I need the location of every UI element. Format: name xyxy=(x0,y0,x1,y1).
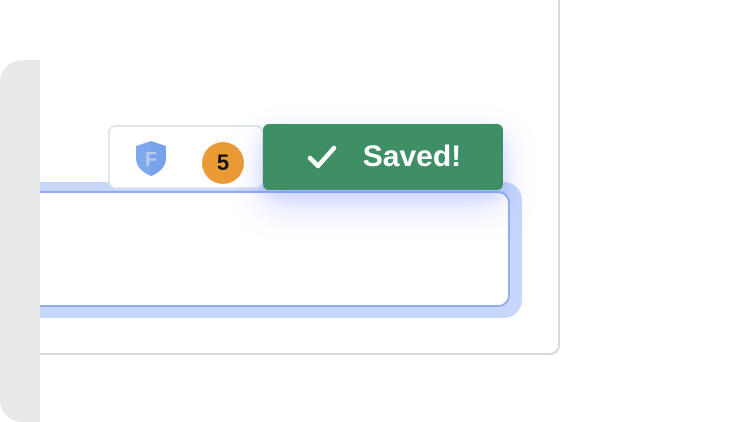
editor-field[interactable] xyxy=(24,191,510,307)
extension-status-pill[interactable]: F 5 xyxy=(108,125,264,189)
shield-letter: F xyxy=(145,149,157,171)
left-scroll-rail[interactable] xyxy=(0,60,40,422)
check-icon xyxy=(307,145,337,169)
saved-toast: Saved! xyxy=(263,124,503,190)
screenshot-canvas: F 5 Saved! xyxy=(0,0,740,422)
shield-icon: F xyxy=(136,141,166,176)
notification-count-badge: 5 xyxy=(202,142,244,184)
saved-label: Saved! xyxy=(362,140,462,173)
